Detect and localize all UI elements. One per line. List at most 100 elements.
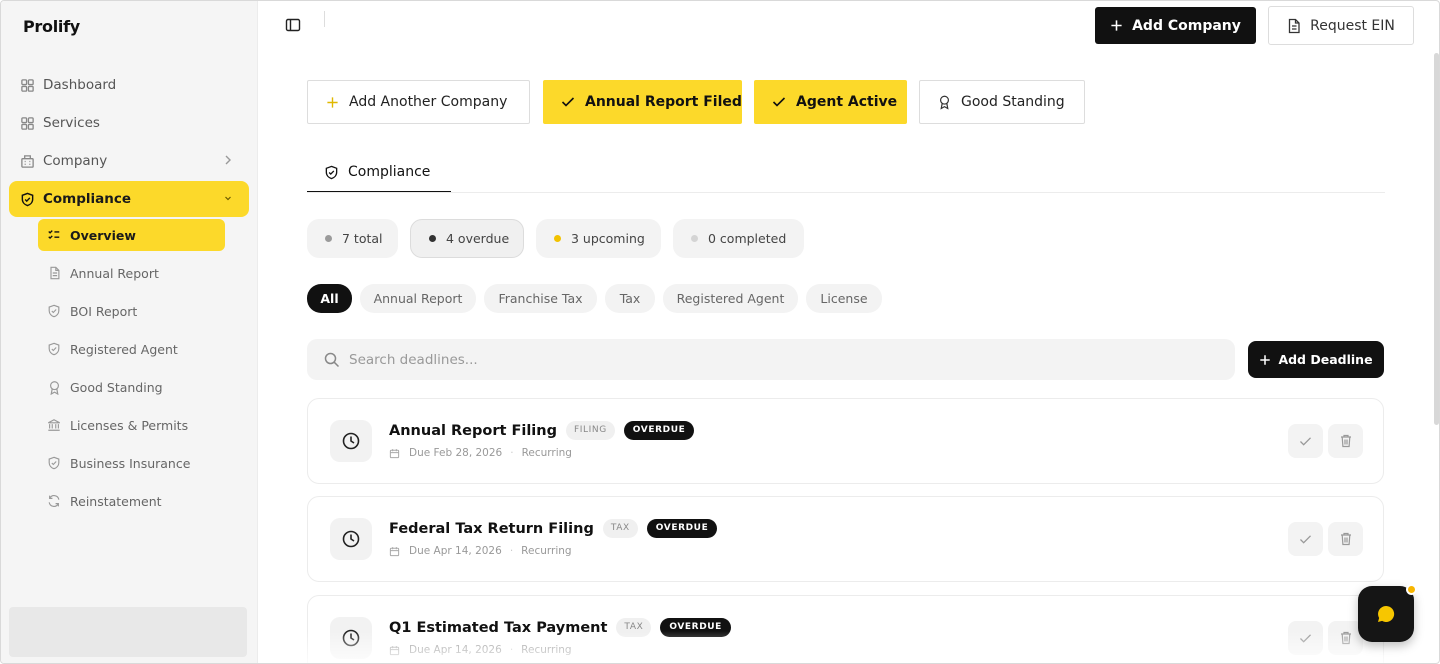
filter-annual-report[interactable]: Annual Report	[360, 284, 476, 313]
sidebar-subitem-label: Good Standing	[70, 379, 163, 395]
deadline-card[interactable]: Federal Tax Return Filing TAX OVERDUE Du…	[307, 496, 1384, 582]
mark-complete-button[interactable]	[1288, 424, 1323, 458]
trash-icon	[1340, 532, 1351, 546]
add-another-company-button[interactable]: Add Another Company	[307, 80, 530, 124]
sidebar-nav: Dashboard Services Company Compliance Ov…	[9, 67, 249, 523]
agent-active-button[interactable]: Agent Active	[754, 80, 907, 124]
deadline-title: Q1 Estimated Tax Payment	[389, 619, 608, 636]
status-button-label: Good Standing	[961, 94, 1065, 110]
counter-overdue[interactable]: 4 overdue	[410, 219, 524, 258]
sidebar-item-dashboard[interactable]: Dashboard	[9, 67, 249, 103]
search-input[interactable]	[349, 351, 1209, 368]
add-company-button[interactable]: Add Company	[1095, 7, 1256, 44]
request-ein-button[interactable]: Request EIN	[1268, 6, 1414, 45]
due-date: Due Apr 14, 2026	[409, 644, 502, 656]
award-icon	[47, 380, 61, 395]
sidebar-item-compliance[interactable]: Compliance	[9, 181, 249, 217]
plus-icon	[326, 96, 339, 109]
sidebar-subitem-reinstatement[interactable]: Reinstatement	[38, 485, 225, 517]
add-deadline-label: Add Deadline	[1278, 352, 1373, 367]
filter-tax[interactable]: Tax	[605, 284, 655, 313]
filter-franchise-tax[interactable]: Franchise Tax	[484, 284, 597, 313]
add-deadline-button[interactable]: Add Deadline	[1248, 341, 1384, 378]
brand-logo[interactable]: Prolify	[23, 17, 80, 36]
due-date: Due Feb 28, 2026	[409, 447, 503, 459]
chevron-down-icon	[223, 191, 233, 209]
counter-upcoming[interactable]: 3 upcoming	[536, 219, 661, 258]
check-icon	[1300, 534, 1311, 544]
deadline-title: Annual Report Filing	[389, 422, 557, 439]
status-dot	[691, 235, 698, 242]
sidebar-subitem-label: Business Insurance	[70, 455, 191, 471]
delete-button[interactable]	[1328, 424, 1363, 458]
calendar-icon	[389, 448, 400, 459]
deadline-card[interactable]: Annual Report Filing FILING OVERDUE Due …	[307, 398, 1384, 484]
sidebar-item-services[interactable]: Services	[9, 105, 249, 141]
sidebar-item-label: Dashboard	[43, 77, 117, 93]
counter-total[interactable]: 7 total	[307, 219, 398, 258]
deadline-title: Federal Tax Return Filing	[389, 520, 594, 537]
plus-icon	[1259, 354, 1271, 366]
sidebar-subitem-business-insurance[interactable]: Business Insurance	[38, 447, 225, 479]
award-icon	[938, 94, 951, 110]
sidebar-subitem-good-standing[interactable]: Good Standing	[38, 371, 225, 403]
category-tag: TAX	[602, 519, 638, 538]
refresh-icon	[47, 494, 61, 508]
chat-button[interactable]	[1358, 586, 1414, 642]
sidebar-subitem-boi-report[interactable]: BOI Report	[38, 295, 225, 327]
sidebar-item-label: Company	[43, 153, 108, 169]
status-dot	[325, 235, 332, 242]
check-icon	[1300, 633, 1311, 643]
notification-dot	[1406, 584, 1417, 595]
good-standing-button[interactable]: Good Standing	[919, 80, 1085, 124]
sidebar-toggle-icon[interactable]	[285, 17, 301, 33]
status-button-label: Annual Report Filed	[585, 94, 742, 110]
mark-complete-button[interactable]	[1288, 522, 1323, 556]
plus-icon	[1110, 19, 1123, 32]
counter-completed[interactable]: 0 completed	[673, 219, 804, 258]
meta-separator: ·	[510, 447, 514, 459]
filter-registered-agent[interactable]: Registered Agent	[663, 284, 798, 313]
header-divider	[324, 11, 325, 27]
calendar-icon	[389, 546, 400, 557]
clock-icon	[330, 617, 372, 659]
status-button-label: Add Another Company	[349, 94, 508, 110]
grid-icon	[19, 115, 35, 131]
sidebar-subitem-label: Annual Report	[70, 265, 159, 281]
sidebar-footer-panel	[9, 607, 247, 657]
status-button-label: Agent Active	[796, 94, 898, 110]
status-dot	[554, 235, 561, 242]
shield-check-icon	[19, 191, 35, 207]
meta-separator: ·	[509, 644, 514, 656]
due-date: Due Apr 14, 2026	[409, 545, 502, 557]
sidebar-subitem-registered-agent[interactable]: Registered Agent	[38, 333, 225, 365]
counter-label: 0 completed	[708, 231, 787, 246]
counter-label: 4 overdue	[446, 231, 510, 246]
recurrence: Recurring	[521, 644, 572, 656]
chevron-right-icon	[223, 153, 233, 171]
counter-label: 7 total	[342, 231, 383, 246]
annual-report-filed-button[interactable]: Annual Report Filed	[543, 80, 742, 124]
status-badge: OVERDUE	[646, 519, 718, 538]
shield-icon	[47, 304, 61, 318]
mark-complete-button[interactable]	[1288, 621, 1323, 655]
sidebar-subitem-overview[interactable]: Overview	[38, 219, 225, 251]
sidebar-item-company[interactable]: Company	[9, 143, 249, 179]
app-window: Prolify Dashboard Services Company Compl…	[0, 0, 1440, 664]
deadline-card[interactable]: Q1 Estimated Tax Payment TAX OVERDUE Due…	[307, 595, 1384, 663]
status-dot	[429, 235, 436, 242]
filter-license[interactable]: License	[806, 284, 882, 313]
shield-icon	[47, 342, 61, 356]
scrollbar[interactable]	[1434, 53, 1439, 425]
sidebar-subitem-annual-report[interactable]: Annual Report	[38, 257, 225, 289]
recurrence: Recurring	[521, 447, 572, 459]
sidebar-subitem-label: Overview	[70, 227, 136, 243]
compliance-submenu: Overview Annual Report BOI Report Regist…	[9, 219, 249, 517]
sidebar-subitem-licenses-permits[interactable]: Licenses & Permits	[38, 409, 225, 441]
landmark-icon	[47, 418, 61, 432]
filter-all[interactable]: All	[307, 284, 352, 313]
search-icon	[323, 351, 341, 369]
delete-button[interactable]	[1328, 522, 1363, 556]
document-icon	[1287, 18, 1301, 34]
tab-compliance[interactable]: Compliance	[307, 153, 451, 193]
